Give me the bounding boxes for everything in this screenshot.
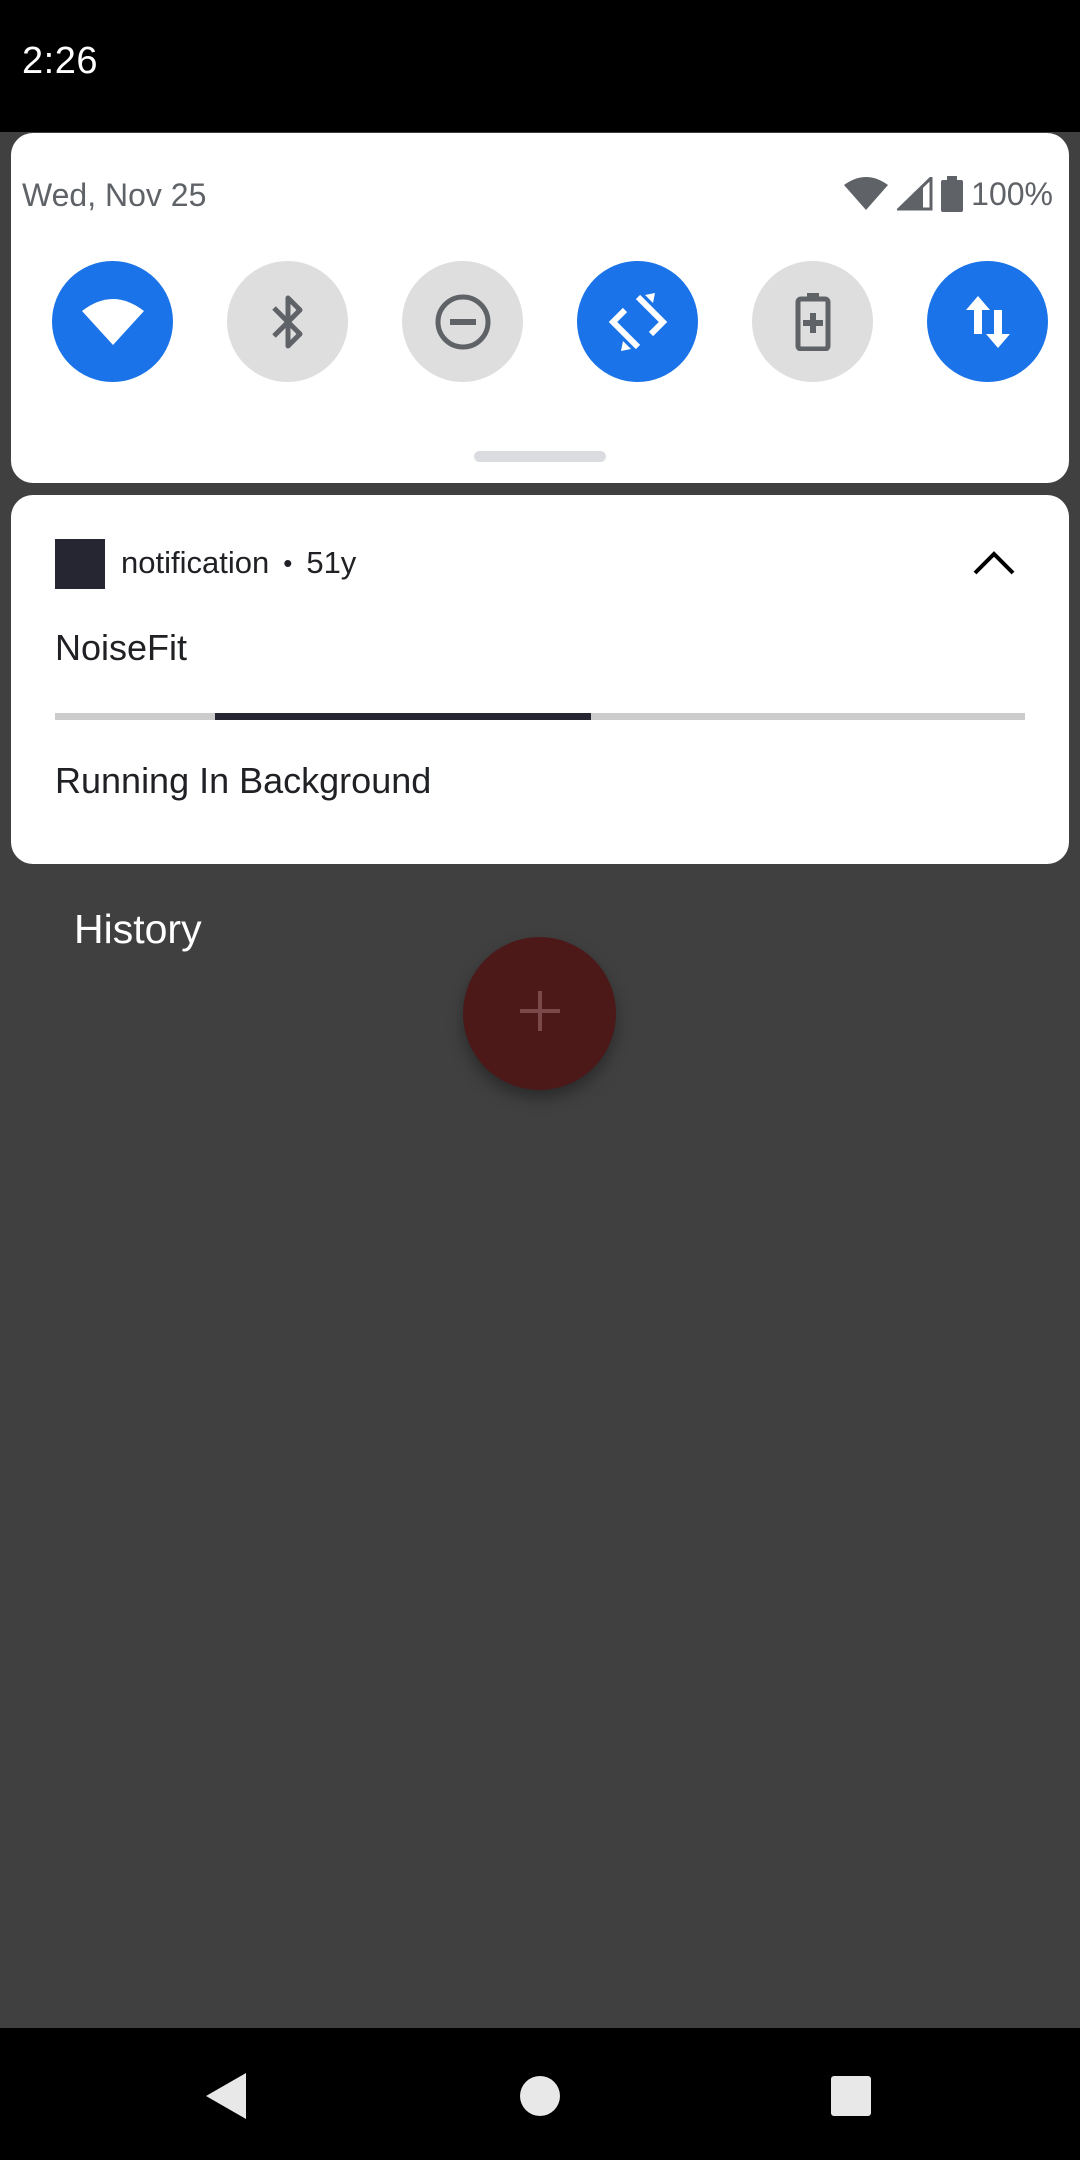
wifi-icon — [81, 297, 145, 347]
wifi-signal-icon — [843, 177, 889, 211]
battery-saver-tile[interactable] — [752, 261, 873, 382]
qs-tiles — [41, 261, 1051, 383]
bluetooth-tile[interactable] — [227, 261, 348, 382]
collapse-chevron-button[interactable] — [969, 539, 1019, 589]
history-label: History — [74, 906, 202, 952]
notification-app-name: notification — [121, 545, 270, 580]
back-icon — [204, 2071, 248, 2126]
bluetooth-icon — [268, 292, 308, 352]
home-icon — [519, 2075, 561, 2122]
do-not-disturb-icon — [434, 293, 492, 351]
status-time: 2:26 — [22, 40, 98, 82]
qs-status-icons: 100% — [843, 173, 1053, 215]
notification-header: notification • 51y — [121, 545, 356, 581]
recents-button[interactable] — [811, 2058, 891, 2138]
back-button[interactable] — [186, 2058, 266, 2138]
auto-rotate-icon — [607, 291, 669, 353]
notification-progress-fill — [215, 713, 591, 720]
home-button[interactable] — [500, 2058, 580, 2138]
chevron-up-icon — [972, 548, 1016, 581]
notification-text: Running In Background — [55, 760, 432, 801]
navigation-bar — [0, 2028, 1080, 2160]
recents-icon — [830, 2075, 872, 2122]
qs-expand-handle[interactable] — [474, 451, 606, 462]
notification-card[interactable]: notification • 51y NoiseFit Running In B… — [11, 495, 1069, 864]
quick-settings-panel: Wed, Nov 25 100% — [11, 133, 1069, 483]
qs-date[interactable]: Wed, Nov 25 — [22, 177, 206, 214]
notification-progress-bar — [55, 713, 1025, 720]
status-bar: 2:26 — [0, 0, 1080, 132]
battery-percent: 100% — [971, 175, 1053, 212]
mobile-data-icon — [964, 294, 1012, 350]
battery-saver-icon — [795, 292, 831, 351]
wifi-tile[interactable] — [52, 261, 173, 382]
cell-signal-icon — [897, 177, 933, 211]
do-not-disturb-tile[interactable] — [402, 261, 523, 382]
add-button[interactable] — [463, 937, 616, 1090]
mobile-data-tile[interactable] — [927, 261, 1048, 382]
notification-title: NoiseFit — [55, 627, 188, 668]
notification-separator: • — [283, 547, 293, 578]
auto-rotate-tile[interactable] — [577, 261, 698, 382]
plus-icon — [518, 989, 562, 1038]
notification-age: 51y — [306, 545, 357, 580]
notification-app-icon — [55, 539, 105, 589]
battery-icon — [941, 176, 964, 212]
